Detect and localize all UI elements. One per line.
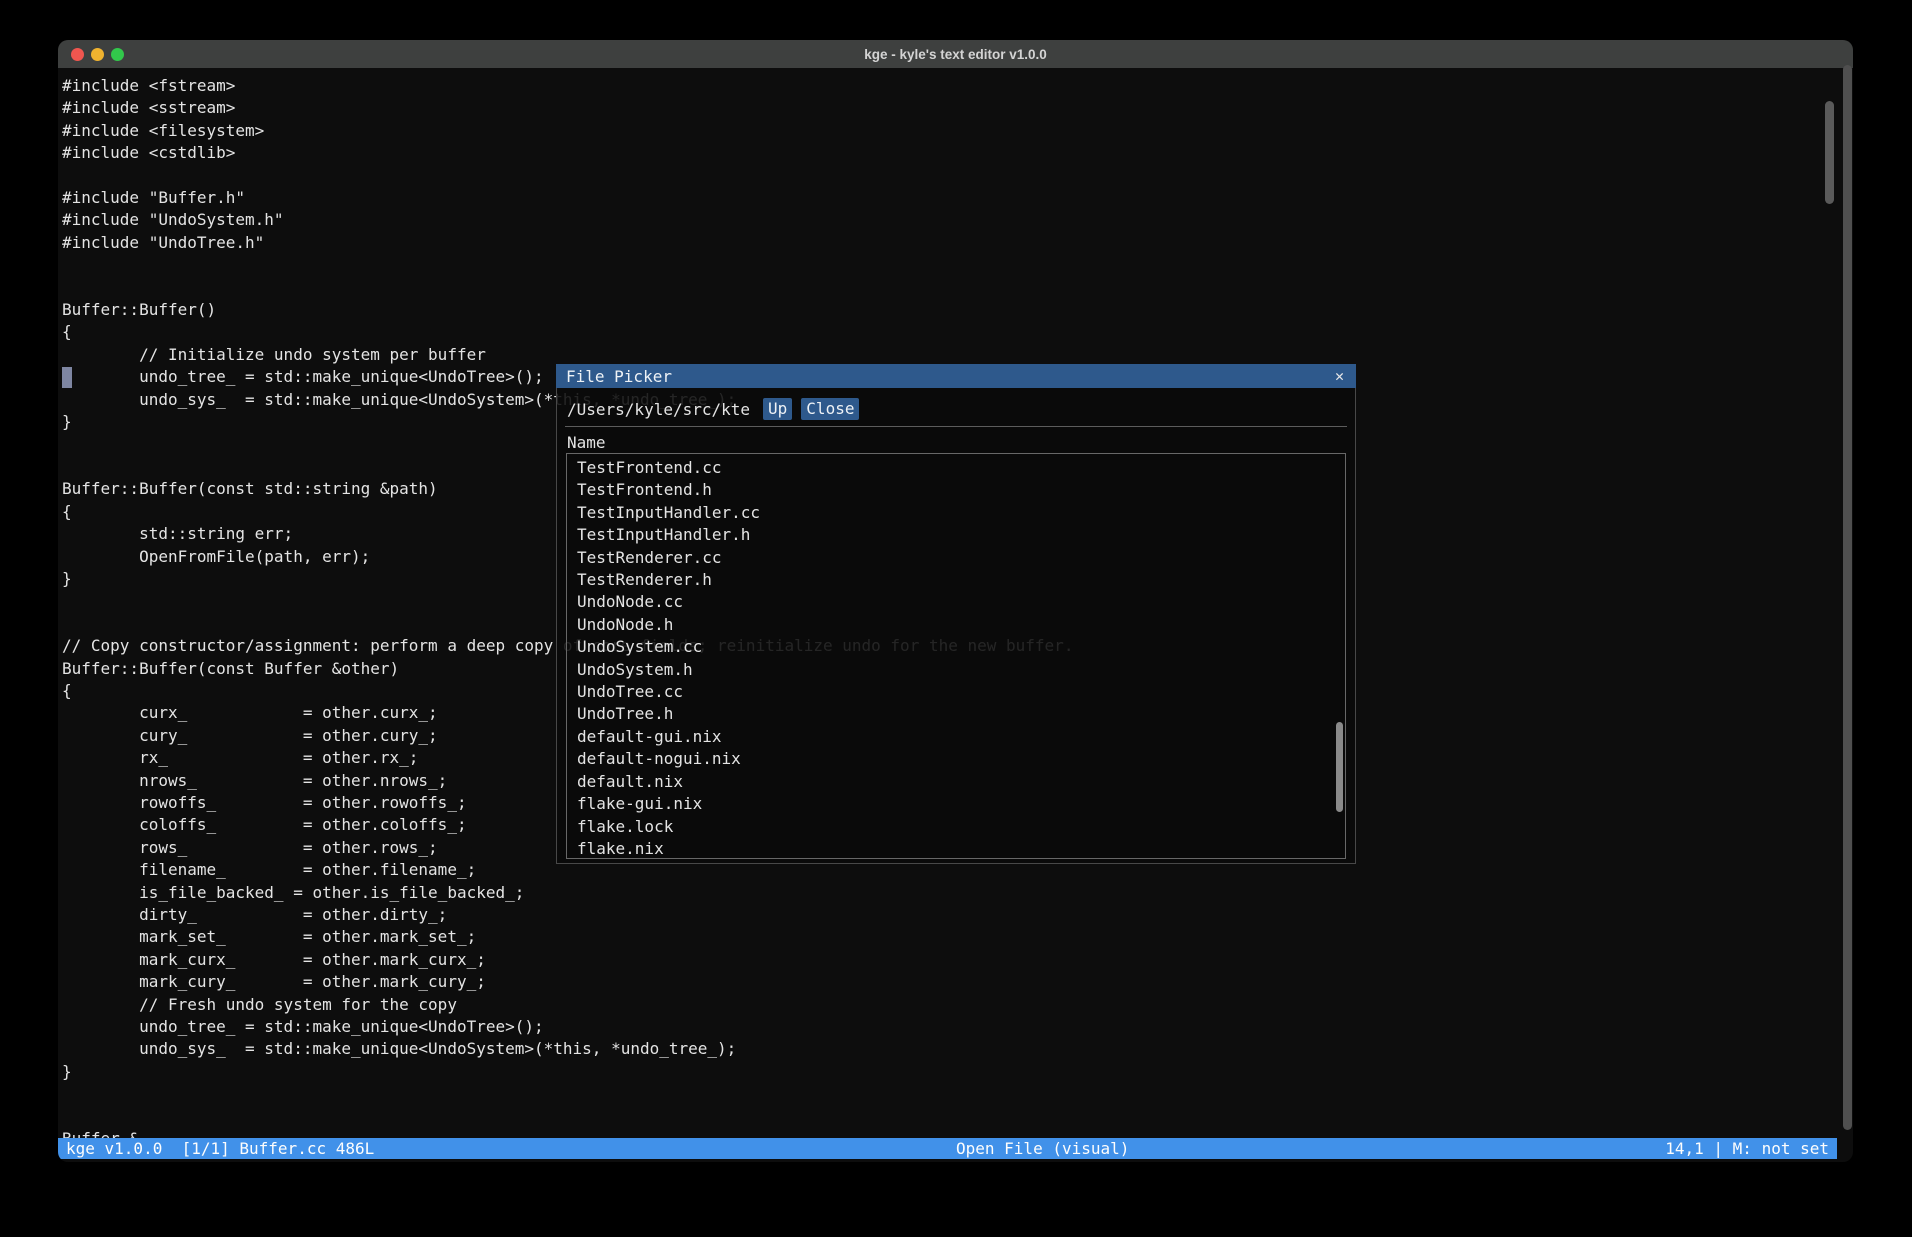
file-item[interactable]: UndoTree.cc	[567, 681, 1345, 703]
zoom-window-button[interactable]	[111, 48, 124, 61]
status-bar: kge v1.0.0 [1/1] Buffer.cc 486L Open Fil…	[58, 1138, 1837, 1159]
file-item[interactable]: UndoNode.cc	[567, 591, 1345, 613]
file-item[interactable]: TestFrontend.cc	[567, 457, 1345, 479]
file-list-scrollbar-thumb[interactable]	[1336, 722, 1343, 812]
file-item[interactable]: flake-gui.nix	[567, 793, 1345, 815]
status-file-info: kge v1.0.0 [1/1] Buffer.cc 486L	[66, 1138, 374, 1159]
desktop: { "window": { "title": "kge - kyle's tex…	[0, 0, 1912, 1237]
traffic-lights	[71, 40, 124, 68]
window-titlebar: kge - kyle's text editor v1.0.0	[58, 40, 1853, 68]
divider	[565, 426, 1347, 427]
file-item[interactable]: flake.nix	[567, 838, 1345, 859]
file-item[interactable]: TestFrontend.h	[567, 479, 1345, 501]
file-picker-titlebar[interactable]: File Picker ✕	[556, 364, 1356, 388]
dialog-close-icon[interactable]: ✕	[1335, 367, 1344, 385]
file-item[interactable]: default-nogui.nix	[567, 748, 1345, 770]
file-item[interactable]: default-gui.nix	[567, 726, 1345, 748]
window-title: kge - kyle's text editor v1.0.0	[864, 47, 1047, 62]
file-item[interactable]: UndoSystem.cc	[567, 636, 1345, 658]
close-window-button[interactable]	[71, 48, 84, 61]
text-cursor	[62, 367, 72, 388]
file-item[interactable]: TestInputHandler.cc	[567, 502, 1345, 524]
file-item[interactable]: UndoTree.h	[567, 703, 1345, 725]
file-picker-dialog: File Picker ✕ /Users/kyle/src/kte Up Clo…	[556, 364, 1356, 864]
file-item[interactable]: default.nix	[567, 771, 1345, 793]
file-item[interactable]: flake.lock	[567, 816, 1345, 838]
status-mode: Open File (visual)	[956, 1138, 1129, 1159]
close-button[interactable]: Close	[801, 398, 859, 420]
minimize-window-button[interactable]	[91, 48, 104, 61]
editor-scrollbar-thumb[interactable]	[1825, 101, 1834, 204]
current-path: /Users/kyle/src/kte	[567, 400, 750, 419]
file-item[interactable]: UndoNode.h	[567, 614, 1345, 636]
status-cursor-position: 14,1 | M: not set	[1665, 1138, 1829, 1159]
up-button[interactable]: Up	[763, 398, 792, 420]
file-item[interactable]: UndoSystem.h	[567, 659, 1345, 681]
file-picker-title: File Picker	[566, 367, 672, 386]
name-column-header: Name	[567, 433, 606, 452]
file-picker-path-row: /Users/kyle/src/kte Up Close	[567, 397, 859, 421]
window-scrollbar-track[interactable]	[1843, 65, 1852, 1130]
file-item[interactable]: TestInputHandler.h	[567, 524, 1345, 546]
file-item[interactable]: TestRenderer.cc	[567, 547, 1345, 569]
file-list-box: TestFrontend.ccTestFrontend.hTestInputHa…	[566, 453, 1346, 859]
file-list: TestFrontend.ccTestFrontend.hTestInputHa…	[567, 454, 1345, 859]
file-item[interactable]: TestRenderer.h	[567, 569, 1345, 591]
